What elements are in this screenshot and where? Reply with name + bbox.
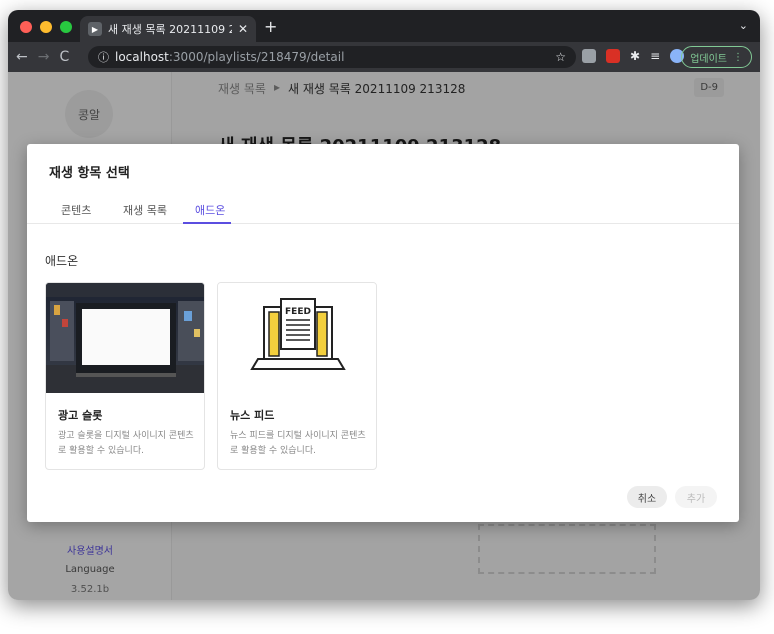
update-button[interactable]: 업데이트 ⋮ [681,46,752,68]
bus-stop-billboard-image [46,283,204,393]
close-window-button[interactable] [20,21,32,33]
browser-toolbar: ← → C ⓘ localhost:3000/playlists/218479/… [8,42,760,72]
reload-icon[interactable]: C [59,49,69,65]
forward-icon[interactable]: → [38,49,50,65]
tab-search-icon[interactable]: ⌄ [739,19,748,32]
minimize-window-button[interactable] [40,21,52,33]
tab-contents[interactable]: 콘텐츠 [61,202,91,218]
more-menu-icon[interactable]: ⋮ [733,52,743,63]
tab-addons[interactable]: 애드온 [195,202,225,218]
site-info-icon[interactable]: ⓘ [98,49,109,65]
addon-card-name: 광고 슬롯 [58,409,103,422]
addon-card-description: 광고 슬롯을 디지털 사이니지 콘텐츠로 활용할 수 있습니다. [58,431,194,456]
extension-icon[interactable] [606,49,620,63]
extension-icon[interactable] [582,49,596,63]
cancel-button[interactable]: 취소 [627,486,667,508]
modal-tabs: 콘텐츠 재생 목록 애드온 [27,198,739,224]
addon-card-name: 뉴스 피드 [230,409,275,422]
window-controls [20,21,72,33]
browser-tab[interactable]: ▶ 새 재생 목록 20211109 213128 | I ✕ [80,16,256,42]
tab-title: 새 재생 목록 20211109 213128 | I [108,23,232,36]
url-path: :3000/playlists/218479/detail [168,50,345,64]
addon-card-ad-slot[interactable]: 광고 슬롯 광고 슬롯을 디지털 사이니지 콘텐츠로 활용할 수 있습니다. [45,282,205,470]
update-label: 업데이트 [690,53,727,65]
close-tab-icon[interactable]: ✕ [238,22,248,36]
reading-list-icon[interactable]: ≡ [650,49,660,63]
feed-laptop-image: FEED [218,283,376,393]
tab-playlists[interactable]: 재생 목록 [123,202,167,218]
puzzle-icon[interactable]: ✱ [630,49,640,63]
select-item-modal: 재생 항목 선택 콘텐츠 재생 목록 애드온 애드온 광고 슬롯 광고 슬롯을 … [27,144,739,522]
address-bar[interactable]: ⓘ localhost:3000/playlists/218479/detail… [88,46,576,68]
add-button[interactable]: 추가 [675,486,717,508]
modal-title: 재생 항목 선택 [49,166,130,181]
extensions-bar: ✱ ≡ [582,49,685,63]
url-host: localhost [115,50,169,64]
active-tab-indicator [183,222,231,224]
bookmark-star-icon[interactable]: ☆ [555,50,566,64]
addon-card-description: 뉴스 피드를 디지털 사이니지 콘텐츠로 활용할 수 있습니다. [230,431,366,456]
feed-logo-text: FEED [285,307,311,317]
back-icon[interactable]: ← [16,49,28,65]
new-tab-icon[interactable]: + [264,17,277,36]
section-label: 애드온 [45,254,79,268]
addon-card-news-feed[interactable]: FEED 뉴스 피드 뉴스 피드를 디지털 사이니지 콘텐츠로 활용할 수 있습… [217,282,377,470]
tab-bar: ▶ 새 재생 목록 20211109 213128 | I ✕ + ⌄ [8,10,760,42]
maximize-window-button[interactable] [60,21,72,33]
favicon-icon: ▶ [88,22,102,36]
